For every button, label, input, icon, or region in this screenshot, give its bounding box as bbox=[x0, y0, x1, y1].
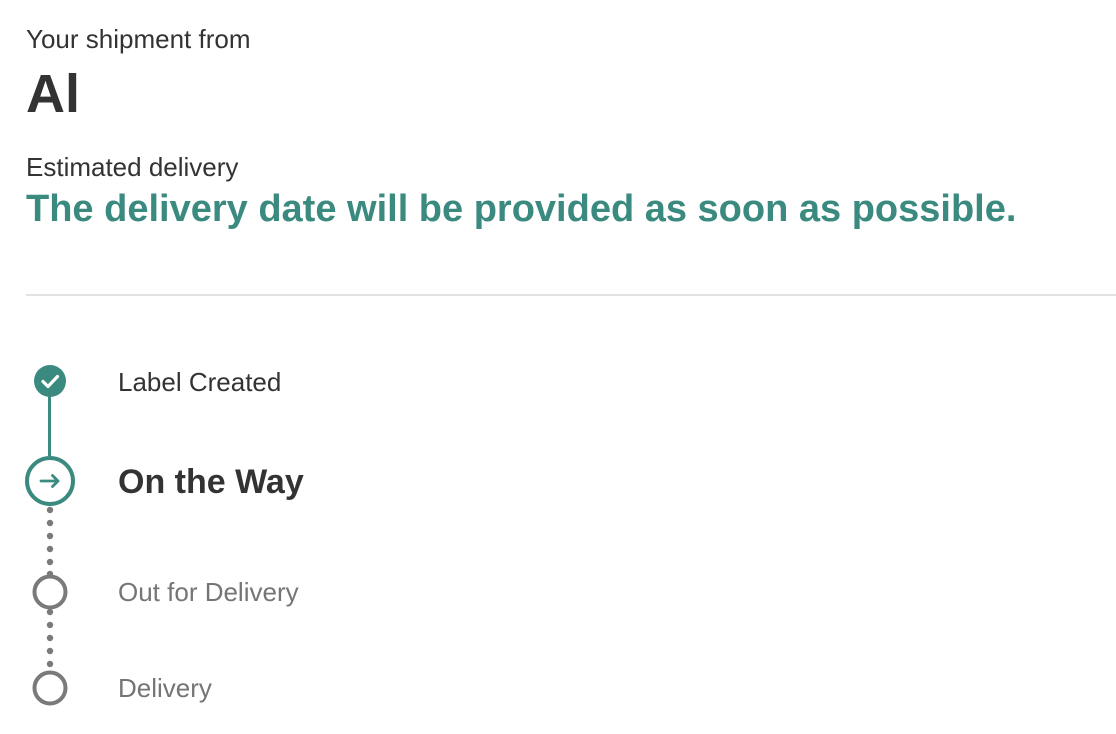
tracking-timeline: Label Created On the Way Out for Deliver… bbox=[0, 0, 1116, 734]
step-label-label-created: Label Created bbox=[118, 367, 282, 397]
step-label-on-the-way: On the Way bbox=[118, 463, 304, 501]
empty-circle-icon bbox=[32, 670, 68, 706]
empty-circle-icon bbox=[32, 574, 68, 610]
timeline-connector-pending-2 bbox=[46, 608, 54, 668]
step-label-out-for-delivery: Out for Delivery bbox=[118, 577, 299, 607]
timeline-connector-done bbox=[48, 394, 51, 456]
step-label-delivery: Delivery bbox=[118, 673, 212, 703]
arrow-right-circle-icon bbox=[25, 456, 75, 506]
check-circle-icon bbox=[34, 365, 66, 397]
timeline-connector-pending-1 bbox=[46, 506, 54, 578]
